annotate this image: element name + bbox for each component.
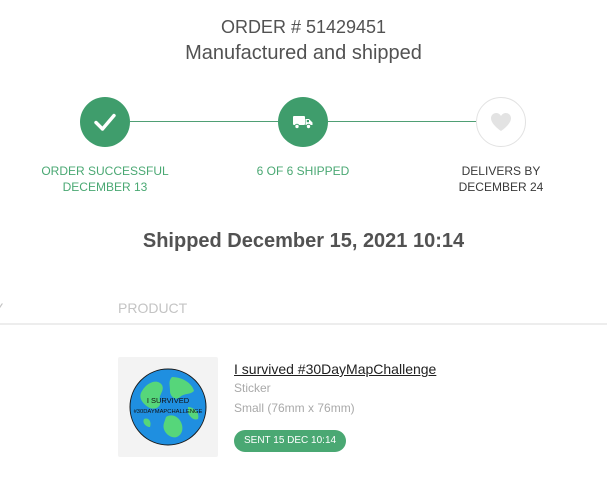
column-header-product: PRODUCT xyxy=(118,300,188,316)
step-label-line: ORDER SUCCESSFUL xyxy=(41,164,169,178)
sticker-text: #30DAYMAPCHALLENGE xyxy=(134,409,203,415)
progress-step-order-successful: ORDER SUCCESSFUL DECEMBER 13 xyxy=(25,97,185,195)
product-thumbnail[interactable]: I SURVIVED #30DAYMAPCHALLENGE xyxy=(118,357,218,457)
progress-step-shipped: 6 OF 6 SHIPPED xyxy=(223,97,383,179)
step-label: DELIVERS BY DECEMBER 24 xyxy=(421,163,581,195)
order-number: ORDER # 51429451 xyxy=(220,17,387,37)
step-circle xyxy=(80,97,130,147)
sticker-text: I SURVIVED xyxy=(147,396,190,405)
product-name-link[interactable]: I survived #30DayMapChallenge xyxy=(234,361,436,377)
globe-sticker-image: I SURVIVED #30DAYMAPCHALLENGE xyxy=(129,368,207,446)
step-label: ORDER SUCCESSFUL DECEMBER 13 xyxy=(25,163,185,195)
step-date: DECEMBER 24 xyxy=(458,180,544,194)
order-status: Manufactured and shipped xyxy=(185,42,422,64)
step-label-line: DELIVERS BY xyxy=(461,164,541,178)
product-type: Sticker xyxy=(234,381,271,395)
sent-status-badge: SENT 15 DEC 10:14 xyxy=(234,430,347,452)
table-divider xyxy=(0,323,607,325)
step-label-line: 6 OF 6 SHIPPED xyxy=(256,164,350,178)
step-label: 6 OF 6 SHIPPED xyxy=(223,163,383,179)
step-circle xyxy=(278,97,328,147)
checkmark-icon xyxy=(94,113,116,131)
step-circle xyxy=(476,97,526,147)
order-page: ORDER # 51429451 Manufactured and shippe… xyxy=(0,0,607,491)
truck-icon xyxy=(293,116,313,130)
heart-icon xyxy=(491,113,511,131)
product-size: Small (76mm x 76mm) xyxy=(234,401,355,415)
step-date: DECEMBER 13 xyxy=(62,180,148,194)
shipment-heading: Shipped December 15, 2021 10:14 xyxy=(142,230,465,252)
column-header-quantity: Y xyxy=(0,300,3,316)
progress-step-delivers-by: DELIVERS BY DECEMBER 24 xyxy=(421,97,581,195)
